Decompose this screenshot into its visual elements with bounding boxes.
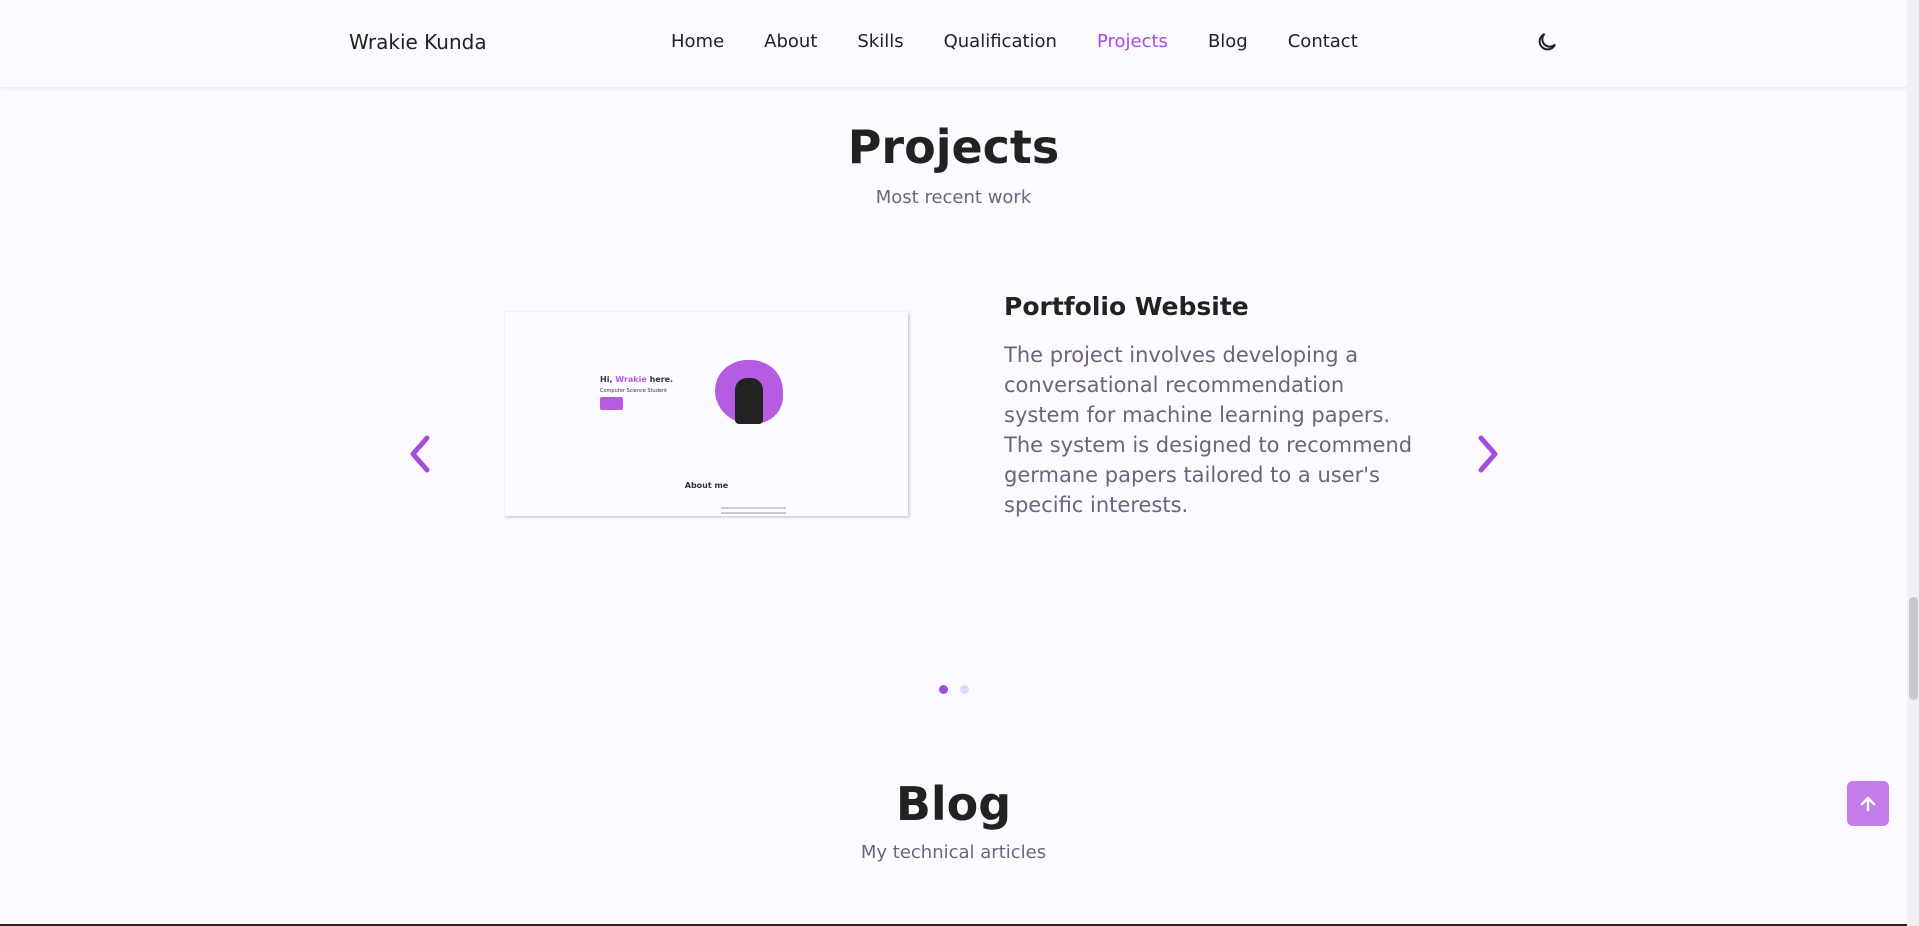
logo[interactable]: Wrakie Kunda xyxy=(349,30,487,54)
scroll-to-top-button[interactable] xyxy=(1847,781,1889,826)
project-screenshot: Hi, Wrakie here. Computer Science Studen… xyxy=(505,312,908,516)
nav-projects[interactable]: Projects xyxy=(1097,31,1168,52)
blog-subtitle: My technical articles xyxy=(860,842,1047,863)
main-nav: Home About Skills Qualification Projects… xyxy=(671,31,1358,52)
slide-dot-2[interactable] xyxy=(960,685,969,694)
scrollbar-thumb[interactable] xyxy=(1909,597,1918,700)
project-title: Portfolio Website xyxy=(1004,292,1249,321)
screenshot-role: Computer Science Student xyxy=(600,388,668,394)
screenshot-avatar xyxy=(715,360,783,424)
screenshot-greeting: Hi, Wrakie here. xyxy=(600,375,674,384)
nav-contact[interactable]: Contact xyxy=(1288,31,1358,52)
prev-arrow-icon[interactable] xyxy=(401,432,441,476)
project-description: The project involves developing a conver… xyxy=(1004,343,1413,517)
nav-skills[interactable]: Skills xyxy=(857,31,903,52)
nav-qualification[interactable]: Qualification xyxy=(944,31,1057,52)
screenshot-button xyxy=(600,397,623,410)
projects-subtitle: Most recent work xyxy=(875,187,1032,208)
scrollbar[interactable] xyxy=(1907,0,1919,926)
slide-dot-1[interactable] xyxy=(939,685,948,694)
nav-home[interactable]: Home xyxy=(671,31,724,52)
site-header: Wrakie Kunda Home About Skills Qualifica… xyxy=(0,0,1907,88)
projects-title: Projects xyxy=(847,120,1060,174)
blog-title: Blog xyxy=(895,777,1012,831)
nav-blog[interactable]: Blog xyxy=(1208,31,1248,52)
moon-icon[interactable] xyxy=(1535,30,1559,54)
next-arrow-icon[interactable] xyxy=(1467,432,1507,476)
nav-about[interactable]: About xyxy=(764,31,817,52)
arrow-up-icon xyxy=(1860,796,1876,811)
screenshot-about: About me xyxy=(684,481,729,490)
